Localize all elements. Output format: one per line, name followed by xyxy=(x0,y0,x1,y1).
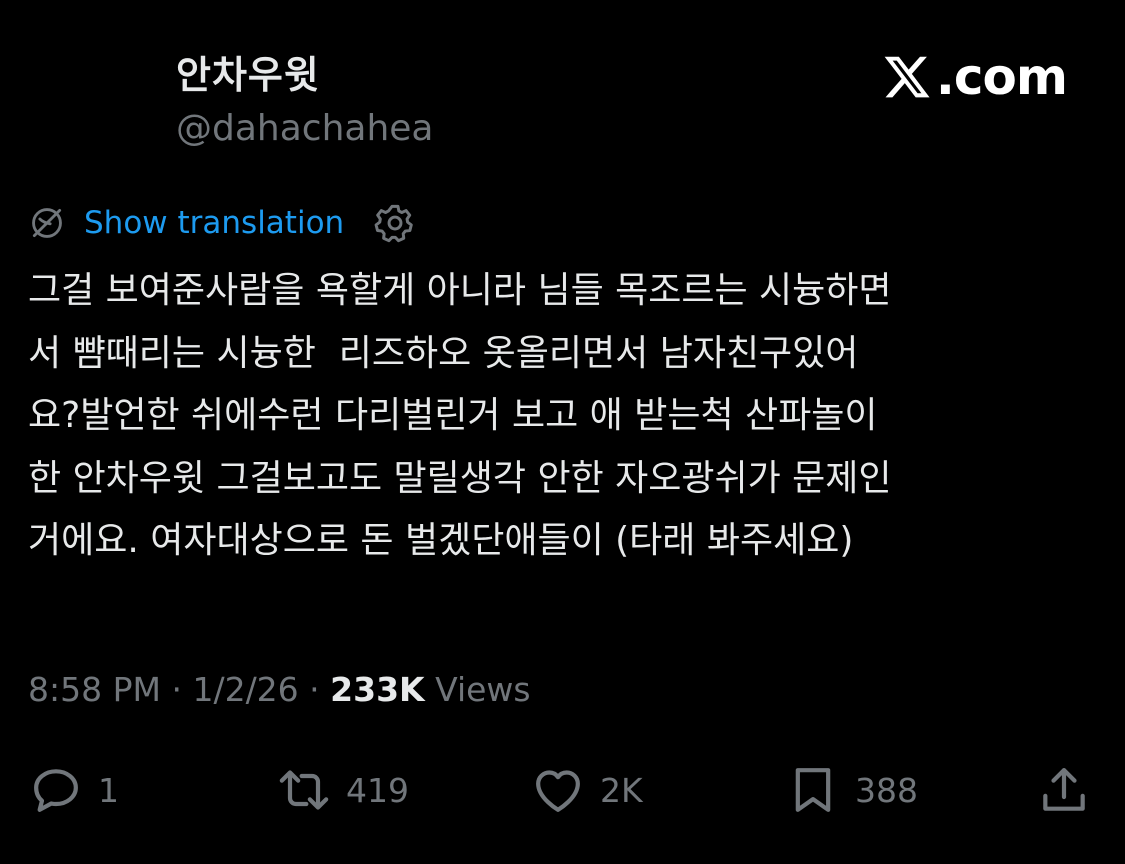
x-logo-icon xyxy=(884,56,930,98)
author-handle[interactable]: @dahachahea xyxy=(176,104,433,154)
views-label: Views xyxy=(424,670,531,709)
show-translation-link[interactable]: Show translation xyxy=(84,205,344,241)
tweet-time[interactable]: 8:58 PM xyxy=(28,670,161,709)
tweet-date[interactable]: 1/2/26 xyxy=(192,670,298,709)
share-button[interactable] xyxy=(1036,758,1092,822)
reply-icon xyxy=(34,769,78,812)
tweet-text-line: 한 안차우윗 그걸보고도 말릴생각 안한 자오광쉬가 문제인 xyxy=(28,457,892,499)
share-icon xyxy=(1043,768,1085,811)
bookmark-icon xyxy=(795,768,831,812)
translate-globe-icon xyxy=(32,208,62,238)
reply-count: 1 xyxy=(98,770,119,810)
tweet-author[interactable]: 안차우윗 @dahachahea xyxy=(176,48,433,154)
gear-icon[interactable] xyxy=(374,202,416,244)
meta-separator: · xyxy=(298,670,331,709)
author-display-name[interactable]: 안차우윗 xyxy=(176,48,433,102)
tweet-text-line: 서 뺨때리는 시늉한 리즈하오 옷올리면서 남자친구있어 xyxy=(28,332,859,374)
bookmark-button[interactable]: 388 xyxy=(785,758,918,822)
meta-separator: · xyxy=(160,670,193,709)
repost-button[interactable]: 419 xyxy=(276,758,409,822)
tweet-text-line: 요?발언한 쉬에수런 다리벌린거 보고 애 받는척 산파놀이 xyxy=(28,395,878,436)
tweet-meta: 8:58 PM · 1/2/26 · 233K Views xyxy=(28,666,531,714)
repost-count: 419 xyxy=(346,770,409,810)
brand-domain: .com xyxy=(935,48,1068,106)
tweet-actions: 1 419 2K 388 xyxy=(0,758,1125,822)
tweet-text-line: 그걸 보여준사람을 욕할게 아니라 님들 목조르는 시늉하면 xyxy=(28,270,892,311)
like-count: 2K xyxy=(600,770,643,810)
reply-button[interactable]: 1 xyxy=(28,758,119,822)
heart-icon xyxy=(536,770,580,812)
translation-row: Show translation xyxy=(28,200,416,246)
like-button[interactable]: 2K xyxy=(530,758,643,822)
repost-icon xyxy=(279,770,329,810)
x-com-brand: .com xyxy=(882,48,1068,106)
tweet-text: 그걸 보여준사람을 욕할게 아니라 님들 목조르는 시늉하면서 뺨때리는 시늉한… xyxy=(28,260,1103,573)
views-count: 233K xyxy=(330,670,425,709)
tweet-text-line: 거에요. 여자대상으로 돈 벌겠단애들이 (타래 봐주세요) xyxy=(28,520,854,561)
bookmark-count: 388 xyxy=(855,770,918,810)
